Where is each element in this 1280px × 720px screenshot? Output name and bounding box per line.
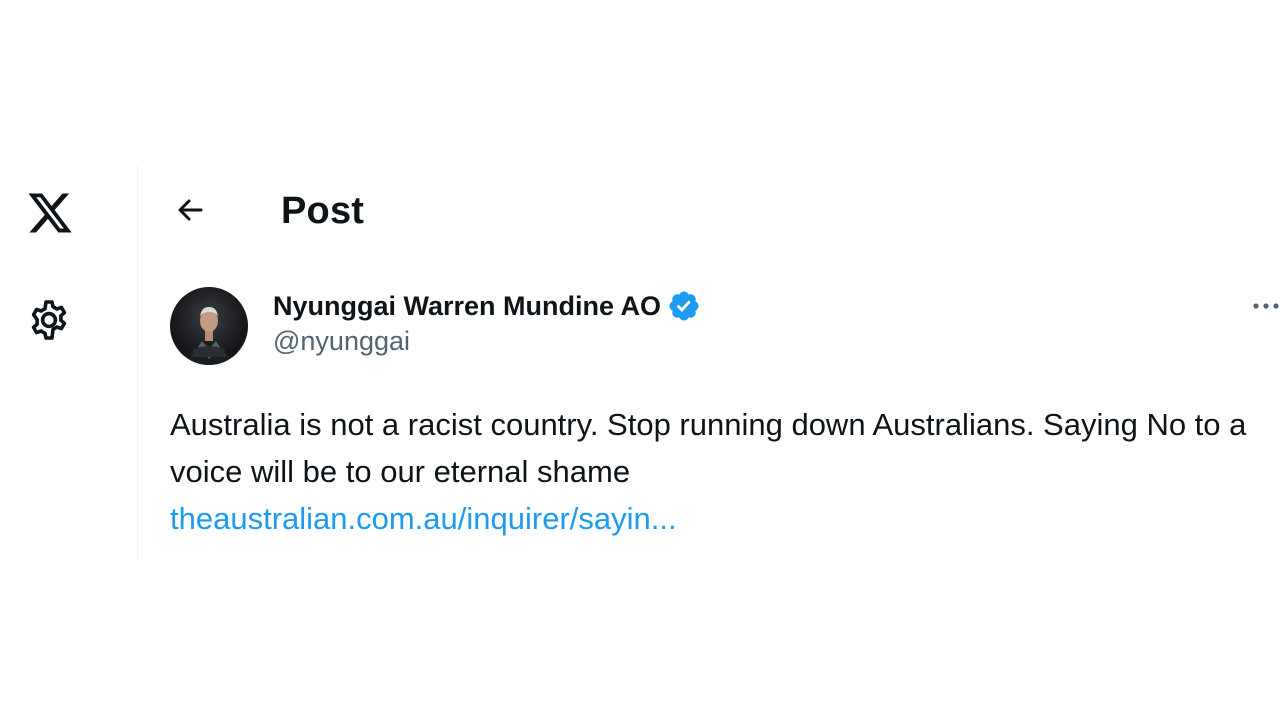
back-button[interactable] xyxy=(170,192,210,228)
gear-icon[interactable] xyxy=(25,296,73,344)
post-text: Australia is not a racist country. Stop … xyxy=(170,407,1247,489)
author-handle[interactable]: @nyunggai xyxy=(273,326,701,357)
main-column: Post Nyunggai Warren Mundine AO @nyungga… xyxy=(138,165,1280,560)
x-logo-icon[interactable] xyxy=(24,189,76,237)
left-nav-rail xyxy=(0,165,138,560)
post-link[interactable]: theaustralian.com.au/inquirer/sayin... xyxy=(170,495,1265,542)
author-name[interactable]: Nyunggai Warren Mundine AO xyxy=(273,291,661,322)
verified-badge-icon xyxy=(669,291,699,321)
more-options-icon[interactable] xyxy=(1248,291,1280,321)
post-body: Australia is not a racist country. Stop … xyxy=(170,401,1265,542)
post-author: Nyunggai Warren Mundine AO @nyunggai xyxy=(273,285,701,357)
arrow-left-icon xyxy=(178,199,203,221)
avatar[interactable] xyxy=(170,287,248,365)
page-title: Post xyxy=(281,190,365,232)
